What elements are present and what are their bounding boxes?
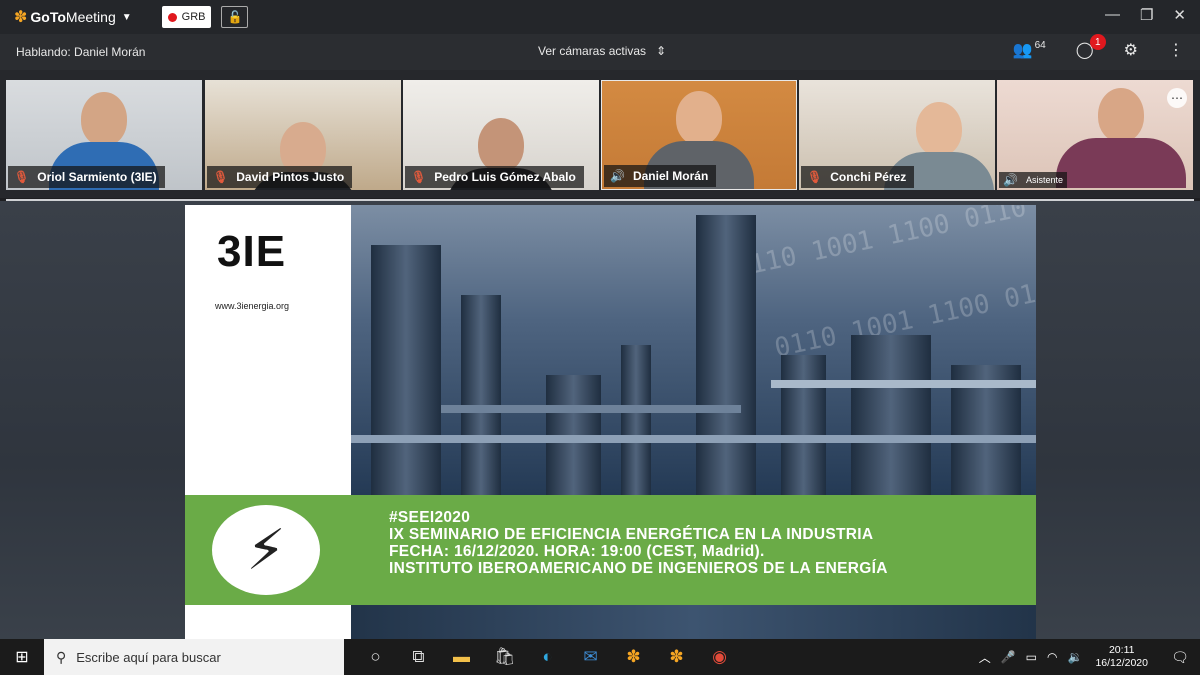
file-explorer-icon[interactable]: ▬ [440, 639, 483, 675]
screen-share-stage: 3IE www.3ienergia.org 0110 1001 1100 011… [0, 201, 1200, 639]
cortana-icon[interactable]: ○ [354, 639, 397, 675]
mic-muted-icon: 🎙 [14, 170, 30, 184]
lock-meeting-button[interactable]: 🔓 [221, 6, 249, 28]
participant-tile[interactable]: 🎙 Conchi Pérez [799, 80, 995, 190]
recording-button[interactable]: GRB [161, 6, 212, 28]
windows-start-button[interactable]: ⊞ [0, 639, 44, 675]
participant-namebar: 🎙 David Pintos Justo [207, 166, 353, 188]
taskbar-search[interactable]: ⚲ Escribe aquí para buscar [44, 639, 344, 675]
gotomeeting-flower-icon: ✽ [14, 9, 28, 26]
chat-button[interactable]: ◯ 1 [1076, 34, 1106, 60]
website-url: www.3ienergia.org [215, 301, 290, 311]
lightning-bolt-icon: ⚡ [212, 505, 320, 595]
store-icon[interactable]: 🛍 [483, 639, 526, 675]
participant-namebar: 🔊 Daniel Morán [604, 165, 717, 187]
participant-tile[interactable]: 🎙 Oriol Sarmiento (3IE) [6, 80, 202, 190]
unlock-icon: 🔓 [227, 10, 243, 24]
battery-icon[interactable]: ▭ [1026, 650, 1037, 664]
shared-slide: 3IE www.3ienergia.org 0110 1001 1100 011… [185, 205, 1036, 639]
participant-namebar: 🎙 Conchi Pérez [801, 166, 915, 188]
clock[interactable]: 20:11 16/12/2020 [1095, 644, 1148, 670]
participant-tile[interactable]: 🎙 David Pintos Justo [205, 80, 401, 190]
more-vertical-icon[interactable]: ⋮ [1168, 40, 1184, 60]
participant-tile[interactable]: ⋯ 🔊 Asistente [997, 80, 1193, 190]
participant-strip: 🎙 Oriol Sarmiento (3IE) 🎙 David Pintos J… [0, 70, 1200, 198]
chevron-down-icon: ▼ [121, 11, 132, 23]
speaking-indicator: Hablando: Daniel Morán [16, 45, 146, 59]
windows-logo-icon: ⊞ [15, 649, 29, 666]
clock-time: 20:11 [1108, 644, 1135, 656]
minimize-icon[interactable]: — [1105, 6, 1120, 24]
people-icon: 👥 [1012, 42, 1033, 59]
notifications-icon[interactable]: 🗨 [1160, 649, 1200, 666]
window-controls: — ❐ ✕ [1105, 6, 1186, 24]
record-dot-icon [167, 12, 177, 22]
seminar-details: #SEEI2020 IX SEMINARIO DE EFICIENCIA ENE… [389, 509, 888, 577]
clock-date: 16/12/2020 [1095, 657, 1148, 669]
participant-namebar: 🔊 Asistente [999, 172, 1067, 188]
search-icon: ⚲ [56, 648, 67, 665]
speaker-volume-icon: 🔊 [1003, 173, 1018, 187]
seminar-banner: ⚡ #SEEI2020 IX SEMINARIO DE EFICIENCIA E… [185, 495, 1036, 605]
gotomeeting-app-icon-2[interactable]: ✽ [655, 639, 698, 675]
slide-logo-panel: 3IE www.3ienergia.org [185, 205, 351, 495]
search-placeholder: Escribe aquí para buscar [76, 649, 221, 665]
microphone-icon[interactable]: 🎤 [1001, 650, 1016, 664]
mic-muted-icon: 🎙 [411, 170, 427, 184]
system-tray: ︿ 🎤 ▭ ◠ 🔉 20:11 16/12/2020 🗨 [974, 639, 1200, 675]
meeting-toolbar: Hablando: Daniel Morán Ver cámaras activ… [0, 34, 1200, 70]
edge-icon[interactable]: ◐ [526, 639, 569, 675]
participant-namebar: 🎙 Oriol Sarmiento (3IE) [8, 166, 165, 188]
participant-tile[interactable]: 🎙 Pedro Luis Gómez Abalo [403, 80, 599, 190]
gotomeeting-logo[interactable]: ✽ GoTo Meeting ▼ [14, 7, 132, 27]
participant-tile-active-speaker[interactable]: 🔊 Daniel Morán [601, 80, 797, 190]
attendees-button[interactable]: 👥 64 [1013, 40, 1046, 60]
windows-taskbar: ⊞ ⚲ Escribe aquí para buscar ○ ⧉ ▬ 🛍 ◐ ✉… [0, 639, 1200, 675]
chat-badge: 1 [1089, 34, 1106, 50]
participant-video [1056, 88, 1186, 188]
mic-muted-icon: 🎙 [213, 170, 229, 184]
chevron-updown-icon: ⇕ [656, 44, 667, 58]
recording-label: GRB [181, 11, 206, 23]
task-view-icon[interactable]: ⧉ [397, 639, 440, 675]
chrome-icon[interactable]: ◉ [698, 639, 741, 675]
volume-icon[interactable]: 🔉 [1067, 650, 1082, 664]
camera-mode-label: Ver cámaras activas [538, 44, 647, 58]
more-options-icon[interactable]: ⋯ [1167, 88, 1187, 108]
title-bar: ✽ GoTo Meeting ▼ GRB 🔓 — ❐ ✕ [0, 0, 1200, 34]
close-icon[interactable]: ✕ [1173, 6, 1186, 24]
mic-muted-icon: 🎙 [807, 170, 823, 184]
gotomeeting-app-icon[interactable]: ✽ [612, 639, 655, 675]
gear-icon[interactable]: ⚙ [1124, 40, 1138, 60]
restore-icon[interactable]: ❐ [1140, 6, 1153, 24]
wifi-icon[interactable]: ◠ [1047, 650, 1057, 664]
chevron-up-icon[interactable]: ︿ [979, 649, 991, 666]
3ie-logo: 3IE [217, 227, 287, 276]
speaker-volume-icon: 🔊 [610, 169, 625, 183]
industrial-plant-image: 0110 1001 1100 0110 1010 0110 1001 1100 … [351, 205, 1036, 495]
camera-view-selector[interactable]: Ver cámaras activas ⇕ [538, 44, 666, 58]
participant-namebar: 🎙 Pedro Luis Gómez Abalo [405, 166, 584, 188]
binary-overlay: 0110 1001 1100 0110 1010 [731, 205, 1036, 284]
taskbar-apps: ○ ⧉ ▬ 🛍 ◐ ✉ ✽ ✽ ◉ [354, 639, 741, 675]
mail-icon[interactable]: ✉ [569, 639, 612, 675]
attendee-count: 64 [1034, 40, 1046, 51]
